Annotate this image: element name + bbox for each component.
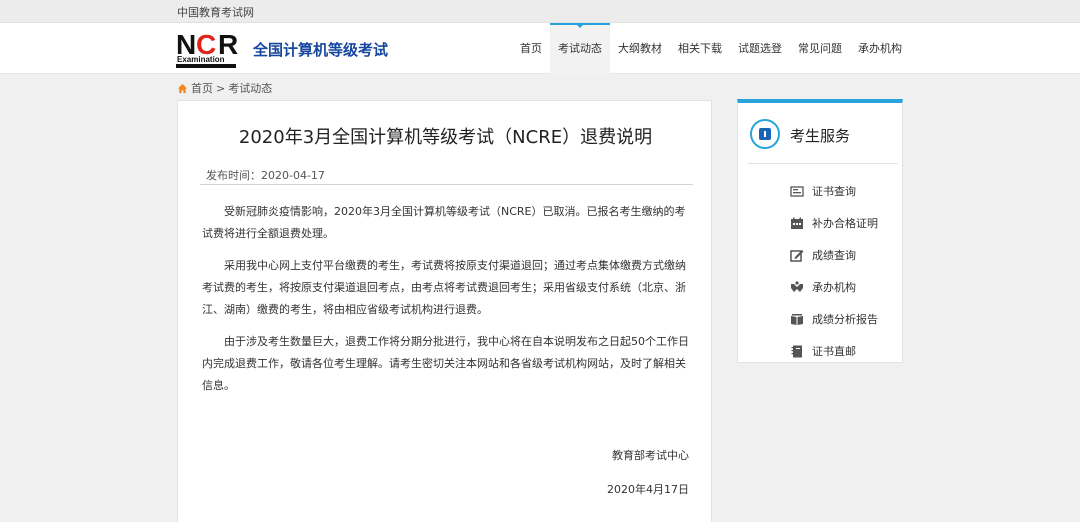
id-card-icon [750,119,780,149]
services-header: 考生服务 [738,103,902,163]
services-title: 考生服务 [790,127,851,145]
breadcrumb-home-link[interactable]: 首页 [191,80,213,96]
edit-icon [790,249,804,262]
service-label: 证书查询 [812,185,856,198]
service-organizers[interactable]: 承办机构 [790,279,856,295]
nav-item-3[interactable]: 相关下载 [670,23,730,74]
site-name[interactable]: 中国教育考试网 [177,4,254,20]
breadcrumb-current-link[interactable]: 考试动态 [228,80,272,96]
calendar-icon [791,217,803,229]
service-label: 证书直邮 [812,345,856,358]
service-label: 补办合格证明 [812,217,878,230]
svg-text:Examination: Examination [177,55,225,64]
student-services-panel: 考生服务 证书查询 补办合格证明 成绩查询 承办机构 成绩分析报告 证书直邮 [737,99,903,363]
service-label: 成绩查询 [812,249,856,262]
nav-item-5[interactable]: 常见问题 [790,23,850,74]
article-panel: 2020年3月全国计算机等级考试（NCRE）退费说明 发布时间：2020-04-… [177,100,712,522]
nav-item-0[interactable]: 首页 [512,23,550,74]
certificate-icon [790,185,804,197]
top-bar: 中国教育考试网 [0,0,1080,23]
nav-item-2[interactable]: 大纲教材 [610,23,670,74]
breadcrumb-separator: > [216,81,226,95]
service-label: 承办机构 [812,281,856,294]
service-label: 成绩分析报告 [812,313,878,326]
publish-meta: 发布时间：2020-04-17 [200,167,693,185]
ncre-logo[interactable]: N C R Examination [176,28,248,70]
sign-date: 2020年4月17日 [607,483,689,496]
main-nav: 首页 考试动态 大纲教材 相关下载 试题选登 常见问题 承办机构 [512,23,910,74]
service-reissue-proof[interactable]: 补办合格证明 [790,215,878,231]
header: N C R Examination 全国计算机等级考试 首页 考试动态 大纲教材 相关… [0,23,1080,74]
service-score-analysis[interactable]: 成绩分析报告 [790,311,878,327]
publish-date: 2020-04-17 [261,169,325,182]
breadcrumb: 首页 > 考试动态 [177,80,272,96]
publish-label: 发布时间： [206,169,261,182]
handshake-icon [791,280,803,292]
article-body: 受新冠肺炎疫情影响，2020年3月全国计算机等级考试（NCRE）已取消。已报名考… [202,201,692,407]
book-icon [791,313,803,325]
nav-item-4[interactable]: 试题选登 [730,23,790,74]
article-title: 2020年3月全国计算机等级考试（NCRE）退费说明 [238,127,653,148]
nav-item-1[interactable]: 考试动态 [550,23,610,74]
signature: 教育部考试中心 [612,449,689,462]
notebook-icon [791,345,802,357]
service-certificate-mail[interactable]: 证书直邮 [790,343,856,359]
article-paragraph: 由于涉及考生数量巨大，退费工作将分期分批进行，我中心将在自本说明发布之日起50个… [202,335,689,392]
service-score-query[interactable]: 成绩查询 [790,247,856,263]
article-paragraph: 采用我中心网上支付平台缴费的考生，考试费将按原支付渠道退回；通过考点集体缴费方式… [202,259,686,316]
divider [748,163,898,164]
nav-item-6[interactable]: 承办机构 [850,23,910,74]
home-icon [177,83,188,93]
article-paragraph: 受新冠肺炎疫情影响，2020年3月全国计算机等级考试（NCRE）已取消。已报名考… [202,205,686,240]
service-certificate-query[interactable]: 证书查询 [790,183,856,199]
logo-title[interactable]: 全国计算机等级考试 [253,39,388,60]
